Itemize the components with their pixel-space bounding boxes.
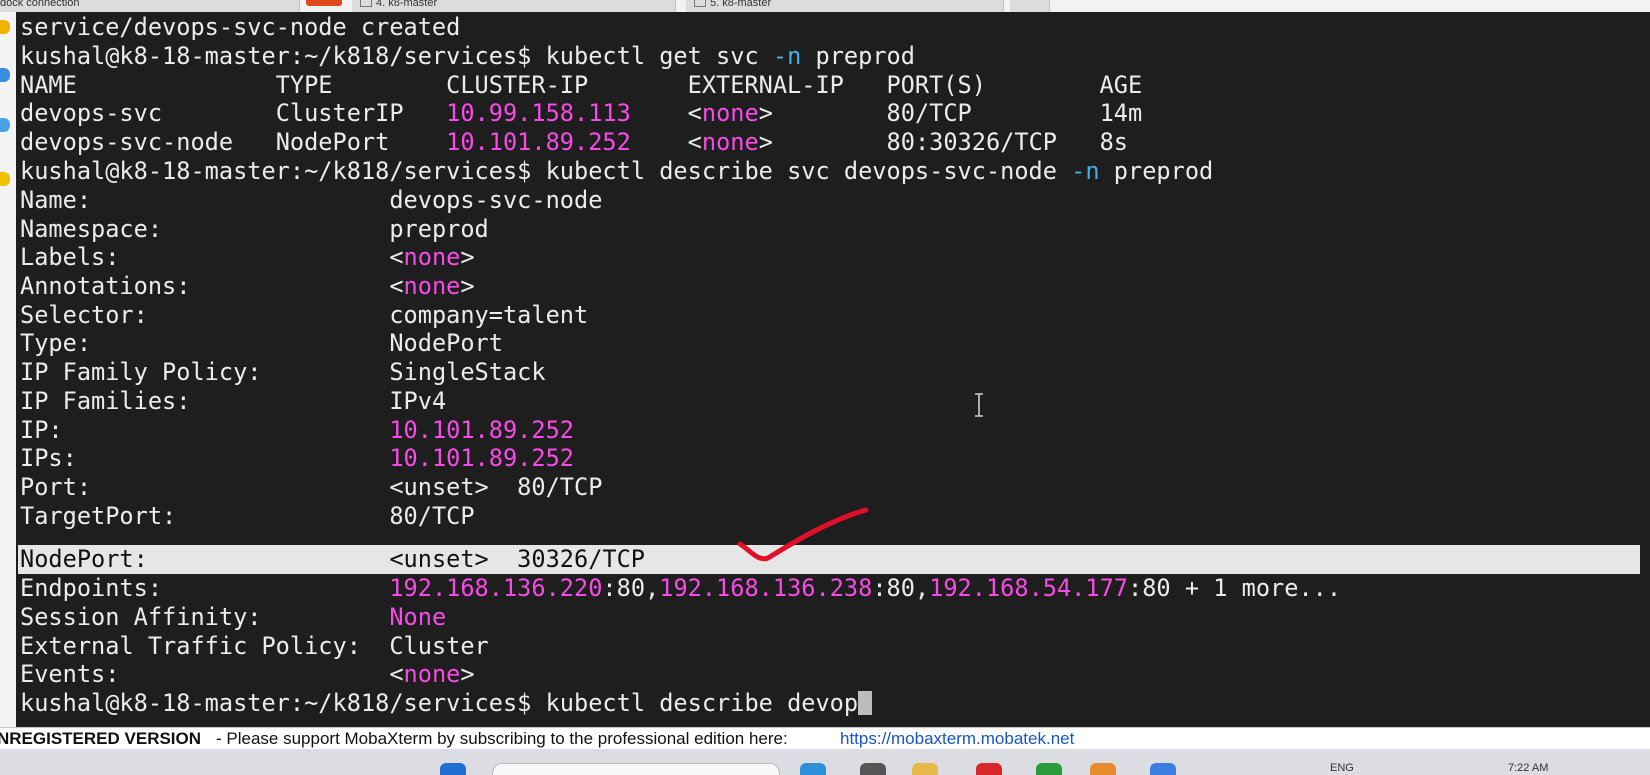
side-panel [0, 12, 16, 727]
start-icon[interactable] [440, 763, 466, 775]
describe-external-traffic-policy: External Traffic Policy: Cluster [20, 632, 489, 660]
describe-node-port: NodePort: <unset> 30326/TCP [20, 545, 646, 573]
edge-icon[interactable] [800, 763, 826, 775]
clock[interactable]: 7:22 AM [1508, 762, 1548, 774]
taskbar-search-box[interactable] [492, 763, 780, 775]
folder-icon[interactable] [912, 763, 938, 775]
describe-selector: Selector: company=talent [20, 301, 589, 329]
command-line: kushal@k8-18-master:~/k818/services$ kub… [20, 42, 915, 70]
new-tab-button[interactable] [1010, 0, 1050, 12]
describe-labels: Labels: <none> [20, 243, 475, 271]
describe-target-port: TargetPort: 80/TCP [20, 502, 475, 530]
star-icon[interactable] [0, 20, 10, 34]
table-row: devops-svc ClusterIP 10.99.158.113 <none… [20, 99, 1143, 127]
command-input: kubectl describe devop [545, 689, 859, 717]
describe-type: Type: NodePort [20, 329, 503, 357]
prompt: kushal@k8-18-master:~/k818/services$ [20, 42, 532, 70]
describe-port: Port: <unset> 80/TCP [20, 473, 603, 501]
text-ibeam-cursor-icon [975, 393, 983, 417]
describe-endpoints: Endpoints: 192.168.136.220:80,192.168.13… [20, 574, 1342, 602]
tab-label: 5. k8-master [710, 0, 772, 9]
describe-ips: IPs: 10.101.89.252 [20, 444, 574, 472]
describe-name: Name: devops-svc-node [20, 186, 603, 214]
app-orange-icon[interactable] [1090, 763, 1116, 775]
tools-icon[interactable] [0, 68, 10, 82]
red-checkmark-annotation [737, 507, 869, 562]
describe-ip: IP: 10.101.89.252 [20, 416, 574, 444]
os-taskbar: ENG 7:22 AM [0, 749, 1650, 775]
prompt: kushal@k8-18-master:~/k818/services$ [20, 157, 532, 185]
app-blue-icon[interactable] [1150, 763, 1176, 775]
terminal-app-icon[interactable] [860, 763, 886, 775]
app-red-icon[interactable] [976, 763, 1002, 775]
describe-session-affinity: Session Affinity: None [20, 603, 447, 631]
bulb-icon[interactable] [0, 172, 10, 186]
mobaxterm-link[interactable]: https://mobaxterm.mobatek.net [840, 728, 1074, 750]
tab-label: dock connection [0, 0, 80, 9]
table-row: devops-svc-node NodePort 10.101.89.252 <… [20, 128, 1129, 156]
tab-label: 4. k8-master [376, 0, 438, 9]
tab-k8-master-4[interactable]: 4. k8-master [352, 0, 676, 12]
describe-ip-family-policy: IP Family Policy: SingleStack [20, 358, 546, 386]
terminal-pane[interactable]: service/devops-svc-node created kushal@k… [16, 12, 1650, 727]
describe-events: Events: <none> [20, 660, 475, 688]
terminal-icon [694, 0, 706, 7]
describe-ip-families: IP Families: IPv4 [20, 387, 447, 415]
macros-icon[interactable] [0, 118, 10, 132]
current-command-line[interactable]: kushal@k8-18-master:~/k818/services$ kub… [20, 689, 873, 718]
text-cursor [858, 691, 873, 715]
terminal-icon [360, 0, 372, 7]
window-tab-bar: dock connection 4. k8-master 5. k8-maste… [0, 0, 1650, 12]
chrome-icon[interactable] [1036, 763, 1062, 775]
describe-annotations: Annotations: <none> [20, 272, 475, 300]
language-indicator[interactable]: ENG [1330, 762, 1354, 774]
unregistered-label: NREGISTERED VERSION [0, 729, 202, 748]
tab-k8-master-5[interactable]: 5. k8-master [686, 0, 1004, 12]
support-message: - Please support MobaXterm by subscribin… [216, 729, 788, 748]
status-bar: NREGISTERED VERSION - Please support Mob… [0, 727, 1650, 750]
table-header: NAME TYPE CLUSTER-IP EXTERNAL-IP PORT(S)… [20, 71, 1143, 99]
app-icon[interactable] [306, 0, 342, 6]
prompt: kushal@k8-18-master:~/k818/services$ [20, 689, 532, 717]
output-line: service/devops-svc-node created [20, 13, 461, 41]
command-line: kushal@k8-18-master:~/k818/services$ kub… [20, 157, 1214, 185]
tab-dock-connection[interactable]: dock connection [0, 0, 300, 12]
describe-namespace: Namespace: preprod [20, 215, 489, 243]
